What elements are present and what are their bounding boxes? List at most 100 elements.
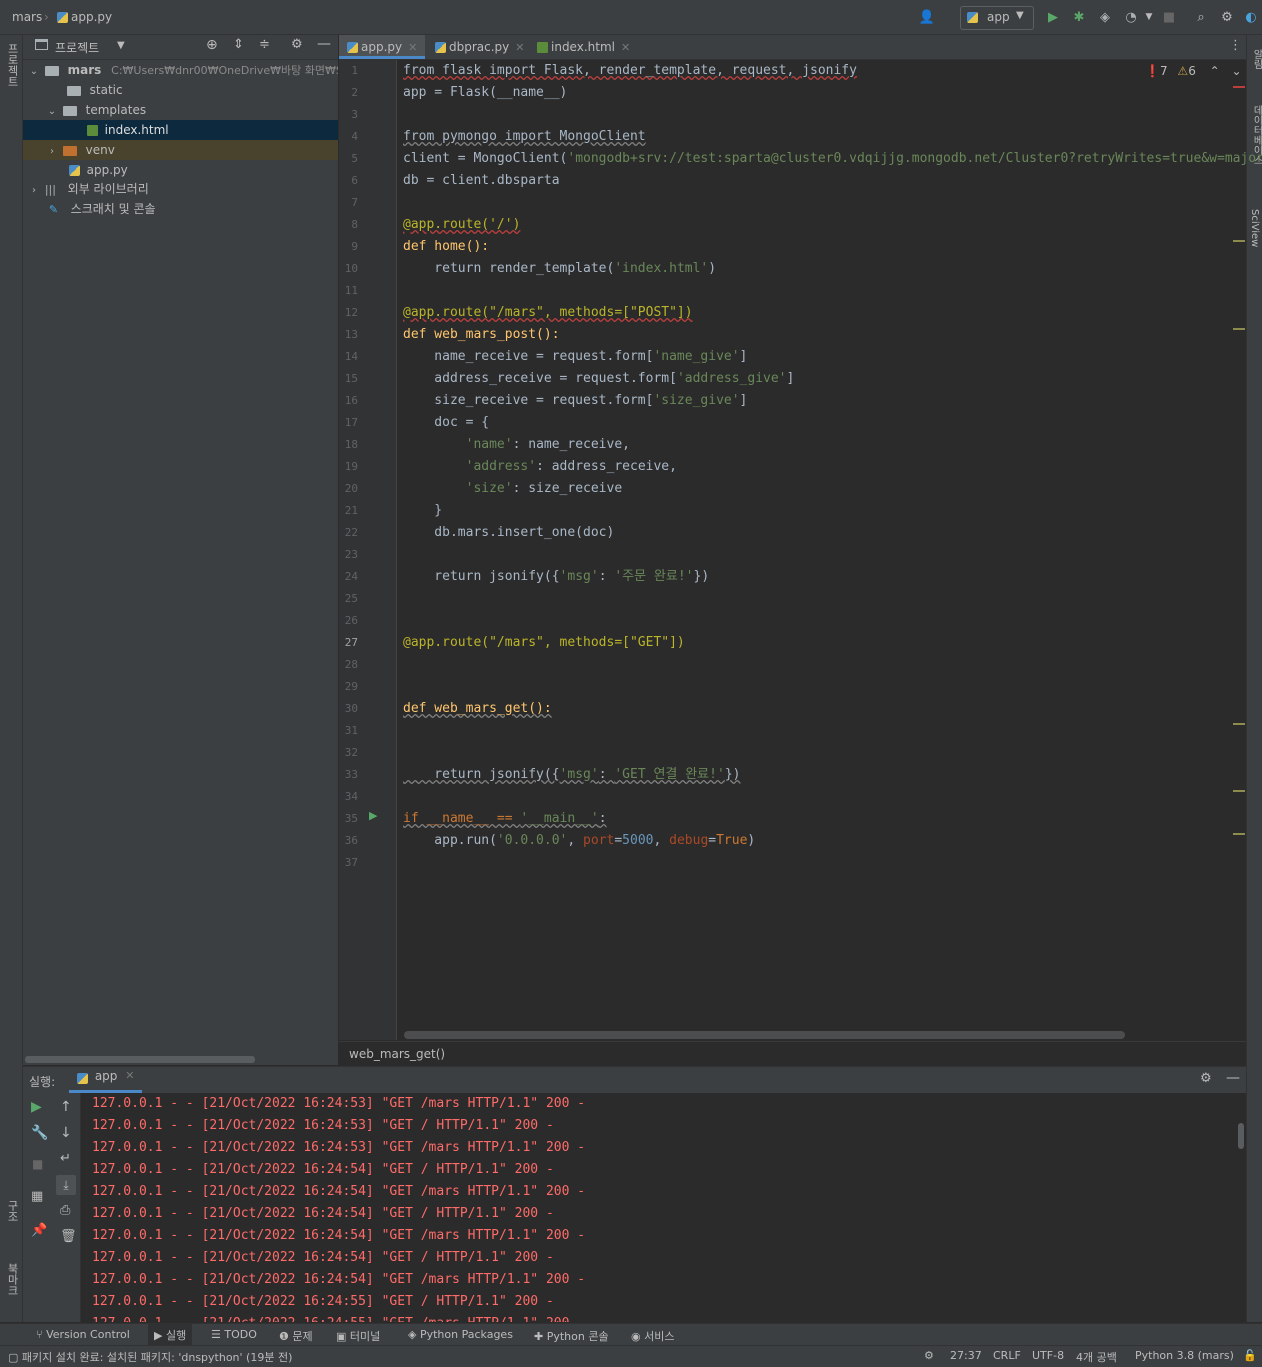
close-icon[interactable]: ✕ xyxy=(125,1069,134,1082)
pin-icon[interactable]: 📌 xyxy=(31,1223,47,1238)
indent-setting[interactable]: 4개 공백 xyxy=(1076,1349,1117,1365)
debug-button[interactable]: ✱ xyxy=(1070,8,1088,26)
warning-stripe-marker[interactable] xyxy=(1233,790,1245,792)
settings-gear-icon[interactable]: ⚙ xyxy=(1200,1071,1212,1086)
code-string: 'index.html' xyxy=(614,261,709,276)
tree-item-venv[interactable]: › venv xyxy=(23,140,338,160)
background-tasks-icon[interactable]: ⚙ xyxy=(924,1349,934,1362)
settings-gear-icon[interactable]: ⚙ xyxy=(1218,8,1236,26)
search-icon[interactable]: ⌕ xyxy=(1192,8,1210,26)
tree-item-root[interactable]: ⌄ mars C:₩Users₩dnr00₩OneDrive₩바탕 화면₩SPA xyxy=(23,60,338,80)
collapse-all-icon[interactable]: ≑ xyxy=(259,37,270,52)
tab-app-py[interactable]: app.py ✕ xyxy=(339,35,426,59)
console-line: 127.0.0.1 - - [21/Oct/2022 16:24:53] "GE… xyxy=(92,1118,554,1133)
console-scrollbar[interactable] xyxy=(1238,1123,1244,1149)
line-number: 21 xyxy=(344,504,358,517)
code-text: ) xyxy=(747,833,756,848)
stop-button[interactable]: ■ xyxy=(1160,8,1178,26)
close-icon[interactable]: ✕ xyxy=(408,41,417,54)
code-line: def home(): xyxy=(403,236,489,258)
inspection-widget[interactable]: ❗7 ⚠6 ⌃ ⌄ xyxy=(1145,64,1242,78)
tool-tab-python-console[interactable]: ✚ Python 콘솔 xyxy=(534,1328,609,1344)
notifications-tool-tab[interactable]: 알림 xyxy=(1249,49,1262,69)
tab-dbprac-py[interactable]: dbprac.py ✕ xyxy=(427,35,533,59)
status-message[interactable]: ▢ 패키지 설치 완료: 설치된 패키지: 'dnspython' (19분 전… xyxy=(8,1349,292,1365)
tool-tab-version-control[interactable]: ⑂ Version Control xyxy=(36,1328,130,1341)
tool-tab-terminal[interactable]: ▣ 터미널 xyxy=(336,1328,380,1344)
tree-item-templates[interactable]: ⌄ templates xyxy=(23,100,338,120)
tree-item-external-libraries[interactable]: › ||| 외부 라이브러리 xyxy=(23,179,338,199)
horizontal-scrollbar[interactable] xyxy=(25,1056,255,1063)
close-icon[interactable]: ✕ xyxy=(515,41,524,54)
code-line: client = MongoClient('mongodb+srv://test… xyxy=(403,148,1262,170)
more-run-options-icon[interactable]: ▼ xyxy=(1140,8,1158,26)
python-interpreter[interactable]: Python 3.8 (mars) xyxy=(1135,1349,1234,1362)
code-string: '__main__' xyxy=(520,811,599,826)
left-tool-stripe: 프로젝트 구조 북마크 xyxy=(0,35,23,1322)
tab-index-html[interactable]: index.html ✕ xyxy=(529,35,638,59)
project-panel-title[interactable]: 프로젝트 xyxy=(55,39,99,56)
scroll-to-end-icon[interactable]: ⤓ xyxy=(56,1175,76,1195)
next-highlight-icon[interactable]: ⌄ xyxy=(1232,64,1242,78)
editor-horizontal-scrollbar[interactable] xyxy=(404,1031,1125,1039)
hide-panel-icon[interactable]: — xyxy=(317,36,331,52)
lock-icon[interactable]: 🔓 xyxy=(1243,1349,1257,1362)
warning-stripe-marker[interactable] xyxy=(1233,328,1245,330)
run-console[interactable]: 127.0.0.1 - - [21/Oct/2022 16:24:53] "GE… xyxy=(81,1093,1246,1322)
tree-item-index-html[interactable]: index.html xyxy=(23,120,338,140)
soft-wrap-icon[interactable]: ↵ xyxy=(60,1151,71,1166)
tree-item-app-py[interactable]: app.py xyxy=(23,160,338,180)
run-button[interactable]: ▶ xyxy=(1044,8,1062,26)
print-icon[interactable]: ⎙ xyxy=(60,1203,70,1218)
layout-icon[interactable]: ▦ xyxy=(31,1189,43,1204)
warning-stripe-marker[interactable] xyxy=(1233,833,1245,835)
code-line: name_receive = request.form['name_give'] xyxy=(403,346,747,368)
more-tabs-icon[interactable]: ⋮ xyxy=(1229,38,1242,53)
tree-item-static[interactable]: static xyxy=(23,80,338,100)
line-separator[interactable]: CRLF xyxy=(993,1349,1021,1362)
error-stripe-marker[interactable] xyxy=(1233,86,1245,88)
warning-stripe-marker[interactable] xyxy=(1233,723,1245,725)
stop-icon[interactable]: ■ xyxy=(32,1157,43,1171)
tool-tab-todo[interactable]: ☰ TODO xyxy=(211,1328,257,1341)
tree-item-scratches[interactable]: ✎ 스크래치 및 콘솔 xyxy=(23,199,338,219)
hide-panel-icon[interactable]: — xyxy=(1226,1070,1240,1086)
warning-stripe-marker[interactable] xyxy=(1233,240,1245,242)
bookmarks-tool-tab[interactable]: 북마크 xyxy=(4,1263,20,1296)
add-user-icon[interactable]: 👤 xyxy=(918,8,936,26)
structure-tool-tab[interactable]: 구조 xyxy=(4,1200,20,1222)
chevron-down-icon[interactable]: ▼ xyxy=(117,40,125,51)
tool-tab-services[interactable]: ◉ 서비스 xyxy=(631,1328,674,1344)
settings-gear-icon[interactable]: ⚙ xyxy=(291,37,303,52)
caret-position[interactable]: 27:37 xyxy=(950,1349,982,1362)
locate-file-icon[interactable]: ⊕ xyxy=(206,37,218,53)
trash-icon[interactable]: 🗑 xyxy=(60,1229,77,1244)
run-tab-app[interactable]: app ✕ xyxy=(69,1067,143,1093)
coverage-button[interactable]: ◈ xyxy=(1096,8,1114,26)
jetbrains-toolbox-icon[interactable]: ◐ xyxy=(1242,8,1260,26)
code-def: def web_mars_get(): xyxy=(403,701,552,716)
wrench-icon[interactable]: 🔧 xyxy=(31,1125,48,1141)
code-line: 'name': name_receive, xyxy=(403,434,630,456)
run-gutter-icon[interactable]: ▶ xyxy=(369,809,377,822)
close-icon[interactable]: ✕ xyxy=(621,41,630,54)
code-text: db = client.dbsparta xyxy=(403,173,560,188)
expand-all-icon[interactable]: ⇕ xyxy=(233,37,244,52)
breadcrumb-project[interactable]: mars xyxy=(12,10,42,24)
previous-highlight-icon[interactable]: ⌃ xyxy=(1210,64,1220,78)
tool-tab-problems[interactable]: ❶ 문제 xyxy=(279,1328,313,1344)
rerun-icon[interactable]: ▶ xyxy=(31,1099,42,1115)
breadcrumb-file[interactable]: app.py xyxy=(57,10,112,24)
arrow-up-icon[interactable]: ↑ xyxy=(60,1099,72,1115)
code-text: db.mars.insert_one(doc) xyxy=(403,525,615,540)
code-editor[interactable]: ❗7 ⚠6 ⌃ ⌄ from flask import Flask, rende… xyxy=(397,60,1262,1040)
arrow-down-icon[interactable]: ↓ xyxy=(60,1125,72,1141)
profile-button[interactable]: ◔ xyxy=(1122,8,1140,26)
tab-label: index.html xyxy=(551,40,615,54)
sciview-tool-tab[interactable]: SciView xyxy=(1249,209,1260,247)
run-config-dropdown[interactable]: app ▼ xyxy=(960,6,1034,30)
file-encoding[interactable]: UTF-8 xyxy=(1032,1349,1064,1362)
tool-tab-python-packages[interactable]: ◈ Python Packages xyxy=(408,1328,513,1341)
breadcrumb-function[interactable]: web_mars_get() xyxy=(349,1047,445,1061)
project-tool-tab[interactable]: 프로젝트 xyxy=(4,43,20,87)
